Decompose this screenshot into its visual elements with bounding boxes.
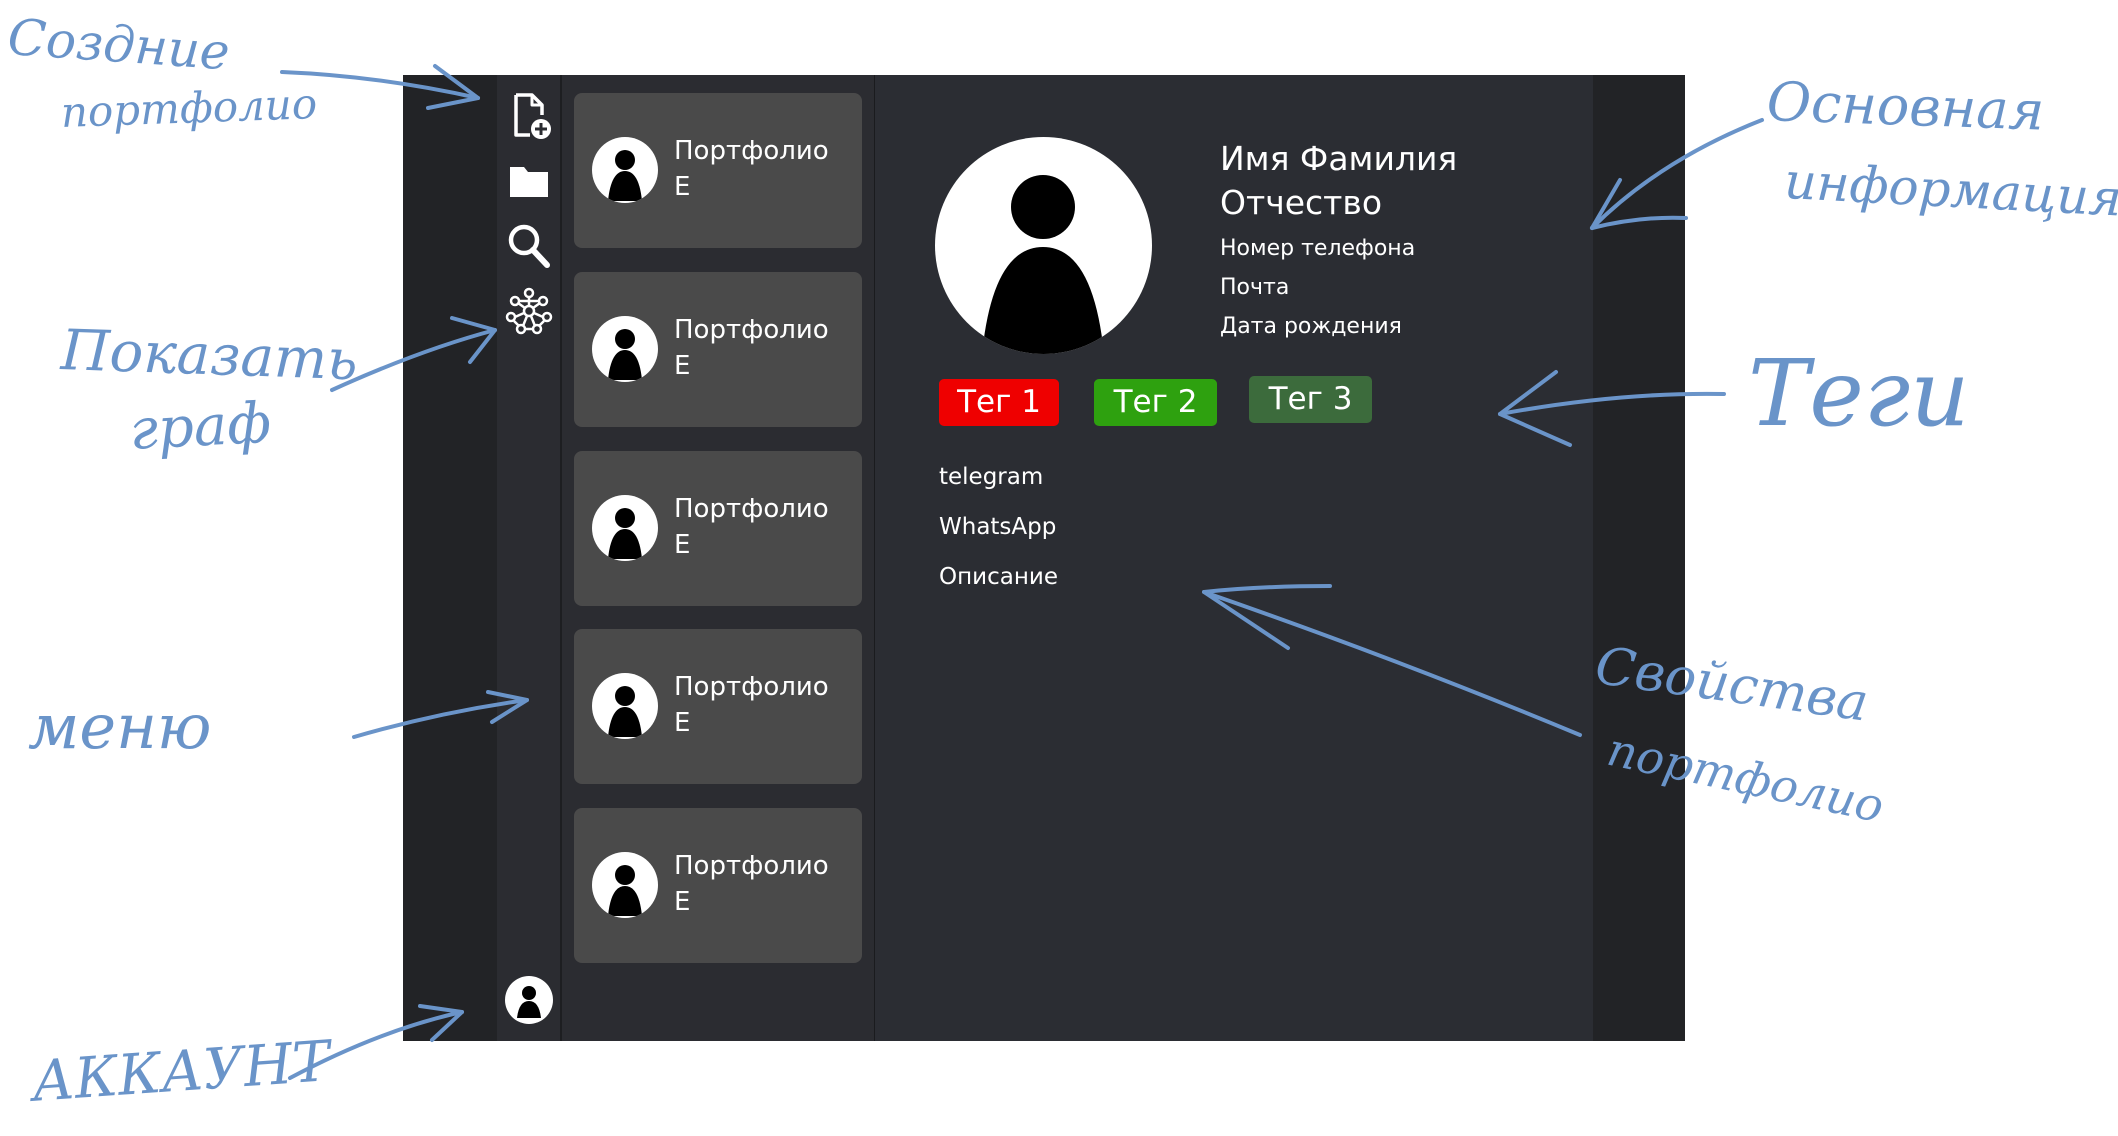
- annotation-show-graph-line2: граф: [128, 390, 273, 463]
- annotation-menu: меню: [28, 690, 212, 763]
- annotation-tags: Теги: [1748, 340, 1970, 447]
- annotation-show-graph-line1: Показать: [59, 318, 359, 394]
- annotation-main-info-line1: Основная: [1765, 70, 2046, 143]
- annotation-create-portfolio-line2: портфолио: [60, 79, 318, 137]
